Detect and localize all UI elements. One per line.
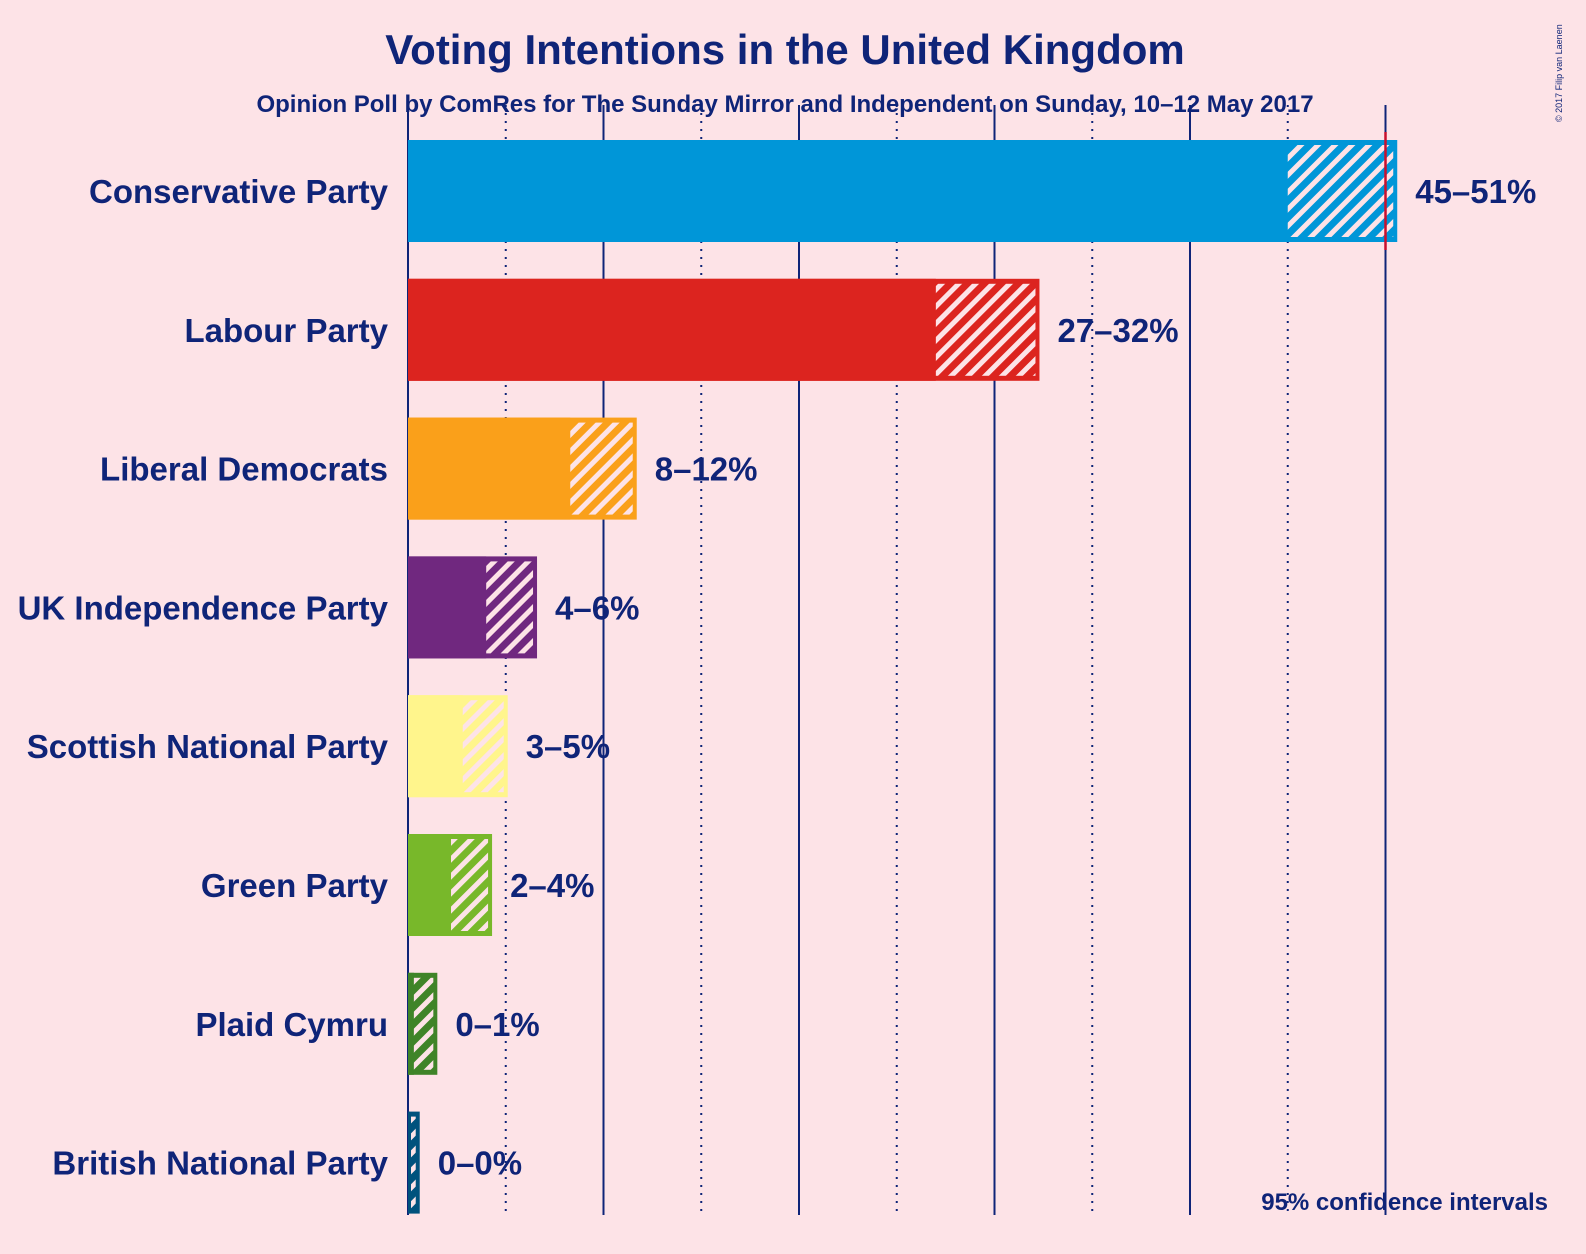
value-label: 2–4% [510, 867, 594, 904]
bar-4-interval [462, 700, 504, 793]
bar-1-interval [935, 283, 1036, 376]
category-label: Scottish National Party [27, 728, 389, 765]
value-label: 0–0% [438, 1145, 522, 1182]
category-label: British National Party [52, 1145, 388, 1182]
copyright-text: © 2017 Filip van Laenen [1554, 24, 1564, 122]
bar-6-solid [408, 972, 414, 1075]
bar-0-interval [1287, 145, 1394, 237]
category-label: Plaid Cymru [195, 1006, 388, 1043]
category-label: Conservative Party [89, 173, 389, 210]
value-label: 45–51% [1415, 173, 1536, 210]
chart-title: Voting Intentions in the United Kingdom [385, 26, 1184, 73]
bar-2-solid [408, 417, 571, 520]
bar-3-solid [408, 556, 487, 659]
confidence-note: 95% confidence intervals [1261, 1189, 1548, 1216]
bar-6-interval [413, 977, 434, 1070]
bar-7-interval [411, 1116, 416, 1209]
value-label: 0–1% [455, 1006, 539, 1043]
gridlines [407, 105, 1387, 1215]
value-label: 27–32% [1057, 312, 1178, 349]
value-label: 8–12% [655, 451, 758, 488]
bar-5-interval [451, 839, 489, 931]
value-label: 3–5% [526, 728, 610, 765]
bar-1-solid [408, 278, 936, 381]
category-label: UK Independence Party [18, 589, 389, 626]
category-label: Labour Party [184, 312, 388, 349]
bars [408, 132, 1398, 1214]
bar-4-solid [408, 695, 463, 798]
category-label: Liberal Democrats [100, 451, 388, 488]
category-labels: Conservative Party Labour Party Liberal De… [18, 173, 389, 1182]
bar-2-interval [570, 422, 633, 515]
bar-5-solid [408, 834, 452, 936]
bar-3-interval [486, 561, 534, 654]
chart-subtitle: Opinion Poll by ComRes for The Sunday Mi… [256, 91, 1313, 118]
value-label: 4–6% [555, 589, 639, 626]
chart: Voting Intentions in the United Kingdom … [18, 24, 1564, 1216]
category-label: Green Party [201, 867, 389, 904]
bar-7-solid [408, 1111, 410, 1214]
bar-0-solid [408, 140, 1288, 242]
